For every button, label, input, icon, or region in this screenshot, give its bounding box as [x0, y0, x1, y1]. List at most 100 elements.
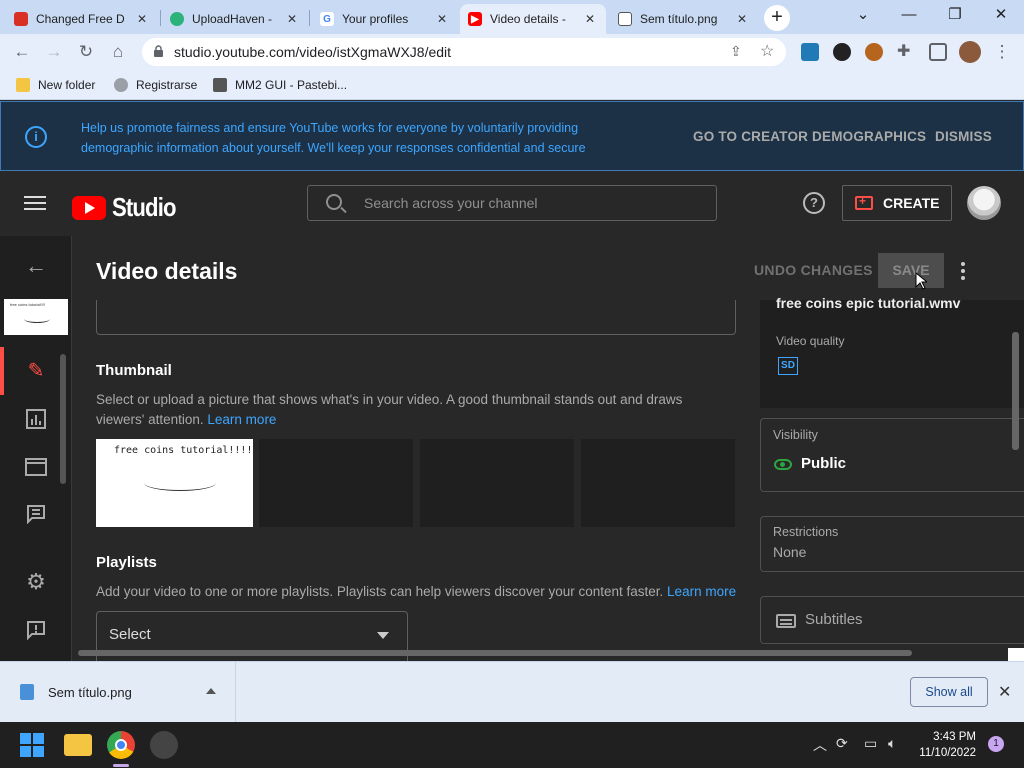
thumbnail-option[interactable] — [581, 439, 735, 527]
subtitles-label: Subtitles — [805, 611, 863, 628]
share-icon[interactable]: ⇪ — [730, 43, 742, 60]
analytics-icon[interactable] — [22, 405, 50, 433]
game-app-icon[interactable] — [150, 731, 178, 759]
file-explorer-icon[interactable] — [64, 734, 92, 756]
network-icon[interactable]: ▭ — [864, 735, 877, 752]
active-app-indicator — [113, 764, 129, 767]
close-icon[interactable]: ✕ — [998, 682, 1011, 702]
home-icon[interactable]: ⌂ — [106, 40, 130, 64]
sync-icon[interactable]: ⟳ — [836, 735, 848, 752]
tab-search-chevron-icon[interactable]: ⌄ — [840, 0, 886, 32]
youtube-logo-icon — [72, 195, 106, 220]
side-rail: ← free coins tutorial!!!! ✎ ⚙ — [0, 236, 72, 661]
create-label: CREATE — [883, 195, 940, 211]
windows-taskbar: ︿ ⟳ ▭ 🔈︎ 3:43 PM 11/10/2022 1 — [0, 722, 1024, 768]
restrictions-card[interactable]: Restrictions None — [760, 516, 1024, 572]
thumbnail-option[interactable] — [259, 439, 413, 527]
browser-toolbar: ← → ↻ ⌂ studio.youtube.com/video/istXgma… — [0, 34, 1024, 70]
bookmark-registrarse[interactable]: Registrarse — [114, 76, 197, 94]
forward-arrow-icon[interactable]: → — [42, 40, 66, 64]
uploadhaven-icon — [170, 12, 184, 26]
vertical-scrollbar[interactable] — [1012, 332, 1019, 450]
rail-scrollbar[interactable] — [60, 354, 66, 484]
close-icon[interactable]: ✕ — [434, 12, 450, 26]
settings-gear-icon[interactable]: ⚙ — [22, 568, 50, 596]
side-panel-icon[interactable] — [929, 43, 947, 61]
chevron-up-icon[interactable] — [206, 688, 216, 694]
close-icon[interactable]: ✕ — [284, 12, 300, 26]
date-text: 11/10/2022 — [919, 747, 976, 759]
bookmark-new-folder[interactable]: New folder — [16, 76, 95, 94]
time-text: 3:43 PM — [933, 731, 976, 743]
create-button[interactable]: CREATE — [842, 185, 952, 221]
youtube-studio-logo[interactable]: Studio — [72, 192, 187, 223]
thumbnail-heading: Thumbnail — [96, 362, 172, 379]
subtitles-card[interactable]: Subtitles — [760, 596, 1024, 644]
download-item[interactable]: Sem título.png — [0, 662, 236, 722]
close-icon[interactable]: ✕ — [582, 12, 598, 26]
editor-clapper-icon[interactable] — [22, 453, 50, 481]
hamburger-menu-icon[interactable] — [24, 193, 46, 213]
extensions-puzzle-icon[interactable]: ✚ — [897, 43, 915, 61]
folder-icon — [16, 78, 30, 92]
banner-message: Help us promote fairness and ensure YouT… — [81, 121, 586, 155]
thumbnail-learn-more-link[interactable]: Learn more — [207, 412, 276, 427]
chrome-icon[interactable] — [107, 731, 135, 759]
dismiss-button[interactable]: DISMISS — [935, 129, 992, 144]
url-text: studio.youtube.com/video/istXgmaWXJ8/edi… — [174, 44, 452, 60]
tab-uploadhaven[interactable]: UploadHaven - ✕ — [162, 4, 308, 34]
volume-icon[interactable]: 🔈︎ — [888, 735, 896, 752]
description-field[interactable] — [96, 300, 736, 335]
video-quality-label: Video quality — [776, 334, 845, 348]
show-all-button[interactable]: Show all — [910, 677, 988, 707]
main-content: Video details UNDO CHANGES SAVE Thumbnai… — [72, 236, 1024, 661]
tab-sem-titulo[interactable]: Sem título.png ✕ — [610, 4, 758, 34]
channel-avatar[interactable] — [967, 186, 1001, 220]
undo-changes-button[interactable]: UNDO CHANGES — [754, 262, 873, 278]
smile-drawing — [24, 315, 50, 323]
playlists-learn-more-link[interactable]: Learn more — [667, 584, 736, 599]
search-icon[interactable] — [326, 194, 342, 210]
horizontal-scrollbar[interactable] — [78, 650, 912, 656]
search-input[interactable] — [364, 193, 694, 213]
thumbnail-option[interactable] — [420, 439, 574, 527]
help-icon[interactable]: ? — [803, 192, 825, 214]
notification-badge[interactable]: 1 — [988, 736, 1004, 752]
tab-changed-free[interactable]: Changed Free D ✕ — [6, 4, 158, 34]
tab-video-details[interactable]: ▶ Video details - ✕ — [460, 4, 606, 34]
profile-avatar[interactable] — [959, 41, 981, 63]
extension-s-icon[interactable] — [801, 43, 819, 61]
edit-pencil-icon[interactable]: ✎ — [22, 357, 50, 385]
restore-button[interactable]: ❐ — [932, 0, 978, 32]
address-bar[interactable]: studio.youtube.com/video/istXgmaWXJ8/edi… — [142, 38, 786, 66]
extension-r-icon[interactable] — [833, 43, 851, 61]
subtitles-icon — [776, 614, 796, 628]
close-icon[interactable]: ✕ — [734, 12, 750, 26]
thumbnail-option-selected[interactable]: free coins tutorial!!!! — [96, 439, 253, 527]
creator-demographics-link[interactable]: GO TO CREATOR DEMOGRAPHICS — [693, 129, 926, 144]
bookmark-star-icon[interactable]: ☆ — [760, 41, 774, 61]
sd-badge-icon: SD — [778, 357, 798, 375]
save-button[interactable]: SAVE — [878, 253, 944, 288]
back-arrow-icon[interactable]: ← — [22, 252, 50, 280]
close-icon[interactable]: ✕ — [134, 12, 150, 26]
back-arrow-icon[interactable]: ← — [10, 40, 34, 64]
new-tab-button[interactable]: + — [764, 5, 790, 31]
tab-your-profiles[interactable]: G Your profiles ✕ — [312, 4, 458, 34]
minimize-button[interactable]: — — [886, 0, 932, 32]
window-close-button[interactable]: ✕ — [978, 0, 1024, 32]
cookie-icon[interactable] — [865, 43, 883, 61]
video-thumbnail-mini[interactable]: free coins tutorial!!!! — [4, 299, 68, 335]
visibility-card[interactable]: Visibility Public — [760, 418, 1024, 492]
tab-title: Changed Free D — [36, 12, 125, 26]
chevron-up-icon[interactable]: ︿ — [813, 735, 827, 755]
browser-menu-icon[interactable]: ⋮ — [990, 40, 1014, 64]
bookmark-mm2-gui[interactable]: MM2 GUI - Pastebi... — [213, 76, 347, 94]
windows-start-icon[interactable] — [20, 733, 44, 757]
pastebin-icon — [213, 78, 227, 92]
reload-icon[interactable]: ↻ — [74, 40, 98, 64]
comments-icon[interactable] — [22, 500, 50, 528]
more-options-icon[interactable] — [958, 260, 968, 280]
feedback-icon[interactable] — [22, 616, 50, 644]
clock[interactable]: 3:43 PM 11/10/2022 — [916, 729, 976, 761]
